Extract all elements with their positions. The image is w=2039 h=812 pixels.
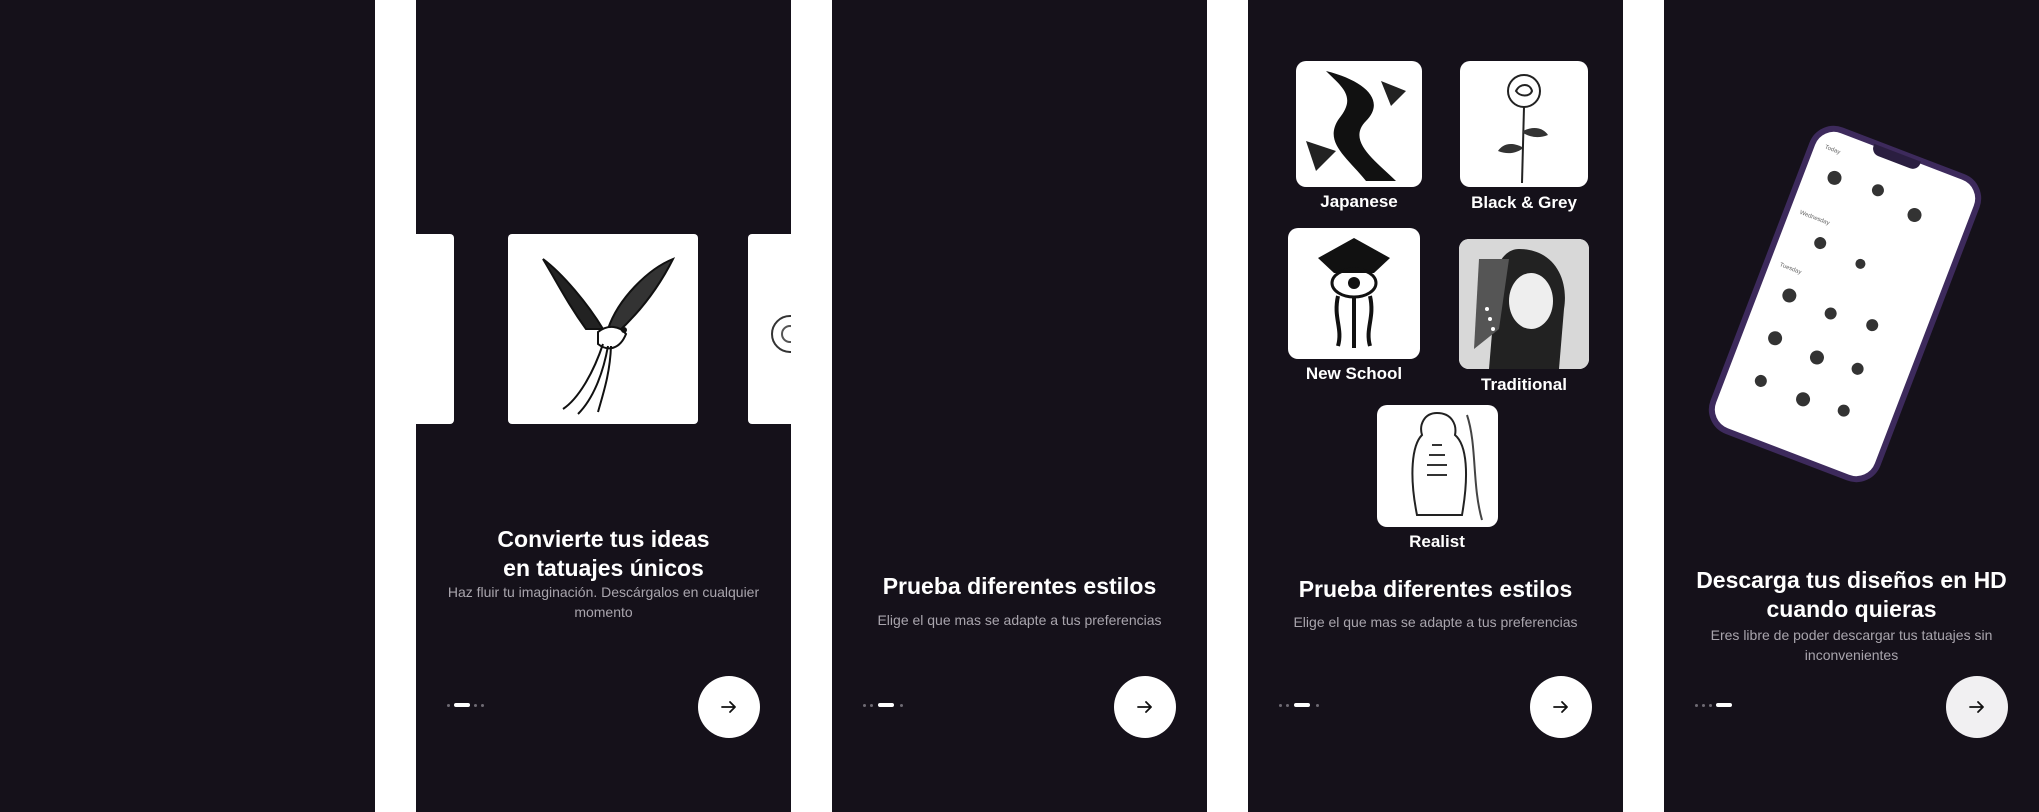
carousel-card-left[interactable] xyxy=(416,234,454,424)
eye-tattoo-illustration xyxy=(1318,238,1390,348)
style-label: Realist xyxy=(1409,532,1465,551)
style-realist-image[interactable] xyxy=(1377,405,1498,527)
next-button[interactable] xyxy=(1530,676,1592,738)
pagination-dot xyxy=(1279,704,1282,707)
pagination-dot xyxy=(1695,704,1698,707)
pagination-dot xyxy=(1286,704,1289,707)
carousel-card-main[interactable] xyxy=(508,234,698,424)
screen-subtitle: Elige el que mas se adapte a tus prefere… xyxy=(1293,614,1578,630)
pagination-dot xyxy=(481,704,484,707)
pagination-dot-active xyxy=(454,703,470,707)
arrow-right-icon xyxy=(1553,701,1568,713)
rose-tattoo-illustration xyxy=(1498,74,1548,184)
skeleton-realist-tattoo-illustration xyxy=(1411,411,1483,521)
next-button[interactable] xyxy=(1114,676,1176,738)
screen-title: Convierte tus ideas en tatuajes únicos xyxy=(497,526,710,581)
tattoo-thumbnails-grid xyxy=(1754,170,1922,417)
pagination-dot xyxy=(1709,704,1712,707)
style-label: Traditional xyxy=(1481,375,1567,394)
bird-tattoo-illustration xyxy=(542,257,676,415)
style-black-grey-image[interactable] xyxy=(1460,61,1588,187)
blank-screen xyxy=(0,0,375,812)
pagination-dot xyxy=(870,704,873,707)
pagination-dot-active xyxy=(878,703,894,707)
arrow-right-icon xyxy=(1969,701,1984,713)
pagination-dot xyxy=(900,704,903,707)
arrow-right-icon xyxy=(1137,701,1152,713)
screen-subtitle: Eres libre de poder descargar tus tatuaj… xyxy=(1710,627,1993,663)
pagination-dot xyxy=(1316,704,1319,707)
style-label: Black & Grey xyxy=(1471,193,1577,212)
onboarding-screen-download: Today Wednesday Tuesday Descarga tus dis… xyxy=(1664,0,2039,812)
style-label: Japanese xyxy=(1320,192,1398,211)
carousel-card-right[interactable] xyxy=(748,234,791,424)
style-traditional-image[interactable] xyxy=(1459,239,1589,369)
screen-title: Prueba diferentes estilos xyxy=(882,573,1157,599)
pagination-dots xyxy=(1279,703,1339,708)
pagination-dot-active xyxy=(1294,703,1310,707)
next-button[interactable] xyxy=(698,676,760,738)
flower-tattoo-peek xyxy=(771,315,791,353)
style-japanese-image[interactable] xyxy=(1296,61,1422,187)
onboarding-screen-converter: Convierte tus ideas en tatuajes únicos H… xyxy=(416,0,791,812)
onboarding-screen-styles-grid: Japanese Black & Grey New School Traditi… xyxy=(1248,0,1623,812)
screen-subtitle: Haz fluir tu imaginación. Descárgalos en… xyxy=(447,584,760,620)
pagination-dot xyxy=(863,704,866,707)
onboarding-screen-styles-empty: Prueba diferentes estilos Elige el que m… xyxy=(832,0,1207,812)
pagination-dot xyxy=(447,704,450,707)
style-new-school-image[interactable] xyxy=(1288,228,1420,359)
woman-portrait-tattoo-illustration xyxy=(1459,239,1589,369)
arrow-right-icon xyxy=(721,701,736,713)
pagination-dots xyxy=(1695,703,1755,708)
pagination-dot xyxy=(1702,704,1705,707)
dragon-tattoo-illustration xyxy=(1306,71,1406,181)
pagination-dots xyxy=(863,703,923,708)
screen-subtitle: Elige el que mas se adapte a tus prefere… xyxy=(877,612,1162,628)
style-label: New School xyxy=(1305,364,1403,383)
screen-title: Descarga tus diseños en HD cuando quiera… xyxy=(1696,567,2007,622)
pagination-dots xyxy=(447,703,507,708)
pagination-dot-active xyxy=(1716,703,1732,707)
phone-mockup: Today Wednesday Tuesday xyxy=(1701,118,1989,490)
pagination-dot xyxy=(474,704,477,707)
screen-title: Prueba diferentes estilos xyxy=(1298,576,1573,602)
next-button[interactable] xyxy=(1946,676,2008,738)
